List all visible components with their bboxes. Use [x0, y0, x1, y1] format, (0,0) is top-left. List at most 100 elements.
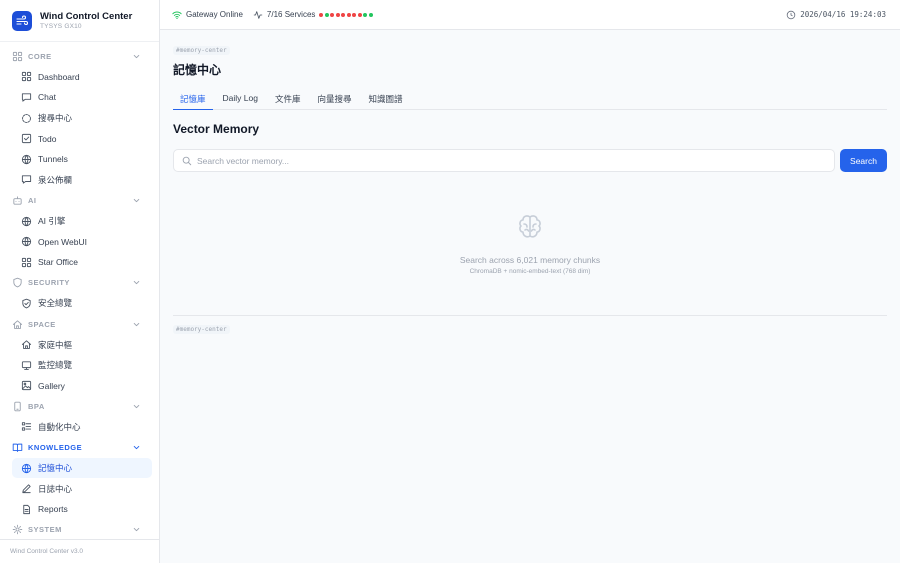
- sidebar-section-label: KNOWLEDGE: [28, 443, 83, 453]
- pen-icon: [22, 484, 31, 494]
- sidebar-item-space-0[interactable]: 家庭中樞: [12, 334, 152, 355]
- search-circle-icon: [22, 113, 31, 123]
- service-dot: [368, 12, 373, 17]
- sidebar-item-label: Tunnels: [38, 154, 68, 165]
- sidebar-section-label: SYSTEM: [28, 525, 62, 535]
- gateway-label: Gateway Online: [186, 10, 243, 19]
- service-dot: [335, 12, 340, 17]
- home-icon: [21, 340, 32, 350]
- robot-icon: [13, 196, 22, 205]
- service-dot: [341, 12, 346, 17]
- chevron-down-icon: [133, 404, 140, 409]
- sidebar-item-label: 記憶中心: [38, 463, 73, 474]
- globe-icon: [21, 237, 32, 247]
- service-dot: [352, 12, 357, 17]
- sidebar-item-label: Todo: [38, 133, 57, 144]
- sidebar-item-knowledge-2[interactable]: Reports: [12, 499, 152, 520]
- empty-state-subtitle: ChromaDB + nomic-embed-text (768 dim): [469, 268, 591, 275]
- shield-check-icon: [22, 298, 31, 309]
- sidebar-footer: Wind Control Center v3.0: [0, 539, 160, 563]
- sidebar-item-knowledge-1[interactable]: 日誌中心: [12, 478, 152, 499]
- divider: [173, 315, 887, 316]
- sidebar-item-knowledge-0[interactable]: 記憶中心: [12, 457, 152, 479]
- sidebar-item-bpa-0[interactable]: 自動化中心: [12, 417, 152, 438]
- grid-icon: [21, 72, 32, 82]
- tab-3[interactable]: 向量搜尋: [310, 89, 358, 110]
- empty-state: Search across 6,021 memory chunks Chroma…: [173, 212, 887, 275]
- sidebar-item-core-3[interactable]: Todo: [12, 128, 152, 149]
- page-title: 記憶中心: [173, 63, 222, 77]
- book-icon: [12, 443, 23, 452]
- sidebar-item-label: Gallery: [38, 380, 65, 391]
- clock-icon: [786, 10, 796, 19]
- empty-state-title: Search across 6,021 memory chunks: [459, 255, 601, 265]
- service-dot: [363, 12, 368, 17]
- sidebar-item-label: 搜尋中心: [38, 113, 73, 124]
- sidebar-item-core-1[interactable]: Chat: [12, 87, 152, 108]
- sidebar-item-label: 泉公佈欄: [38, 174, 73, 185]
- sidebar-item-label: 監控總覽: [38, 360, 73, 371]
- sidebar-section-label: SECURITY: [28, 278, 70, 288]
- globe-icon: [21, 154, 32, 164]
- sidebar-item-space-2[interactable]: Gallery: [12, 376, 152, 397]
- service-dot: [330, 12, 335, 17]
- grid-icon: [12, 51, 23, 61]
- chevron-down-icon: [133, 528, 140, 532]
- tab-0[interactable]: 記憶庫: [173, 89, 213, 110]
- shield-icon: [13, 278, 22, 288]
- message-icon: [21, 175, 32, 184]
- services-label: 7/16 Services: [266, 10, 316, 19]
- sidebar-section-system[interactable]: SYSTEM: [0, 520, 159, 541]
- sidebar-item-core-2[interactable]: 搜尋中心: [12, 108, 152, 129]
- chat-icon: [21, 93, 32, 102]
- sidebar-section-ai[interactable]: AI: [0, 190, 159, 211]
- service-dot: [357, 12, 362, 17]
- chevron-down-icon: [133, 322, 140, 326]
- chevron-down-icon: [133, 281, 140, 285]
- gateway-status[interactable]: Gateway Online: [172, 10, 243, 20]
- sidebar-item-label: Open WebUI: [38, 236, 87, 247]
- sidebar-section-label: AI: [28, 195, 37, 205]
- sidebar-item-ai-0[interactable]: AI 引擎: [12, 211, 152, 232]
- checkbox-icon: [21, 134, 32, 144]
- grid-icon: [21, 257, 32, 267]
- tab-1[interactable]: Daily Log: [216, 89, 265, 110]
- tab-4[interactable]: 知識圖譜: [361, 89, 409, 110]
- search-box: [173, 149, 835, 172]
- sidebar-section-space[interactable]: SPACE: [0, 314, 159, 335]
- sidebar-item-core-0[interactable]: Dashboard: [12, 67, 152, 88]
- search-button[interactable]: Search: [840, 149, 887, 172]
- sidebar-nav: CORE Dashboard Chat 搜尋中心 Todo Tunnels 泉公佈欄 AI AI…: [0, 46, 159, 540]
- chevron-down-icon: [133, 198, 140, 203]
- sidebar-item-core-4[interactable]: Tunnels: [12, 149, 152, 170]
- route-tag-bottom: #memory-center: [173, 325, 230, 334]
- brain-icon: [519, 215, 541, 238]
- sidebar-item-label: 家庭中樞: [38, 339, 73, 350]
- search-input[interactable]: [197, 155, 834, 166]
- main-content: #memory-center 記憶中心 記憶庫 Daily Log 文件庫 向量搜尋知…: [160, 30, 900, 563]
- sidebar-item-space-1[interactable]: 監控總覽: [12, 355, 152, 376]
- image-icon: [21, 381, 32, 391]
- sidebar-section-knowledge[interactable]: KNOWLEDGE: [0, 437, 159, 458]
- sidebar-section-bpa[interactable]: BPA: [0, 396, 159, 417]
- service-dot: [324, 12, 329, 17]
- tab-2[interactable]: 文件庫: [268, 89, 308, 110]
- sidebar-item-ai-1[interactable]: Open WebUI: [12, 231, 152, 252]
- sidebar-item-label: Reports: [38, 504, 68, 515]
- file-icon: [23, 504, 30, 514]
- sidebar-item-core-5[interactable]: 泉公佈欄: [12, 170, 152, 191]
- sidebar-item-ai-2[interactable]: Star Office: [12, 252, 152, 273]
- monitor-icon: [21, 361, 32, 370]
- sidebar-item-security-0[interactable]: 安全總覽: [12, 293, 152, 314]
- clock-text: 2026/04/16 19:24:03: [800, 10, 886, 19]
- brand[interactable]: Wind Control Center TYSYS GX10: [0, 0, 159, 42]
- services-status[interactable]: 7/16 Services: [253, 10, 374, 20]
- service-dot: [346, 12, 351, 17]
- sidebar-section-security[interactable]: SECURITY: [0, 273, 159, 294]
- sidebar-section-core[interactable]: CORE: [0, 46, 159, 67]
- service-status-dots: [319, 12, 374, 17]
- clock: 2026/04/16 19:24:03: [786, 10, 886, 20]
- section-title: Vector Memory: [173, 122, 260, 136]
- sidebar-item-label: 自動化中心: [38, 421, 81, 432]
- brand-title: Wind Control Center: [40, 10, 133, 22]
